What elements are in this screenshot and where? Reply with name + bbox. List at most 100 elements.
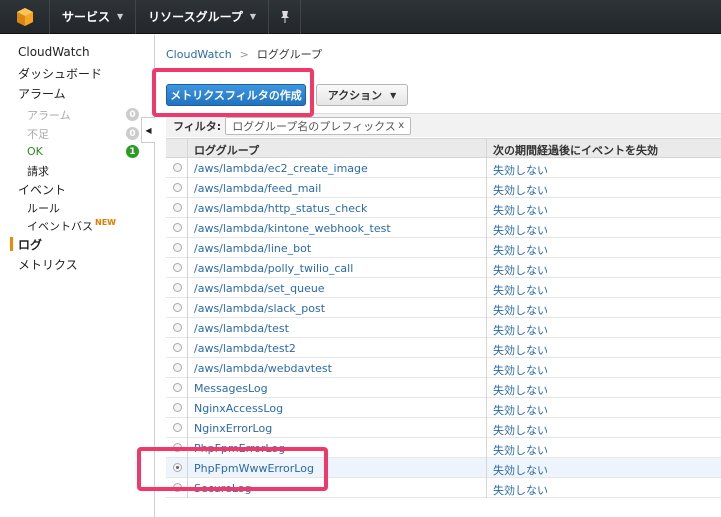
collapse-sidebar-button[interactable]: ◀ (141, 117, 155, 143)
table-row[interactable]: MessagesLog 失効しない (166, 378, 721, 398)
log-group-name-link[interactable]: /aws/lambda/test (194, 322, 289, 335)
log-group-name-link[interactable]: NginxErrorLog (194, 422, 272, 435)
expire-setting-link[interactable]: 失効しない (493, 302, 548, 318)
log-group-filter-input[interactable]: ロググループ名のプレフィックス x (225, 116, 412, 135)
table-row[interactable]: /aws/lambda/webdavtest 失効しない (166, 358, 721, 378)
row-radio-button[interactable] (173, 423, 182, 432)
sidebar-item-event-bus[interactable]: イベントバス NEW (27, 218, 116, 234)
log-group-name-link[interactable]: /aws/lambda/test2 (194, 342, 296, 355)
table-row[interactable]: /aws/lambda/set_queue 失効しない (166, 278, 721, 298)
sidebar-item-logs[interactable]: ログ (18, 236, 42, 253)
sidebar-item-insufficient[interactable]: 不足 (27, 126, 49, 142)
sidebar-item-rules[interactable]: ルール (27, 200, 60, 216)
sidebar-item-events[interactable]: イベント (18, 181, 66, 198)
row-radio-button[interactable] (173, 283, 182, 292)
expire-setting-link[interactable]: 失効しない (493, 262, 548, 278)
breadcrumb-cloudwatch-link[interactable]: CloudWatch (166, 48, 232, 61)
sidebar-item-billing[interactable]: 請求 (27, 163, 49, 179)
expire-setting-link[interactable]: 失効しない (493, 322, 548, 338)
create-metric-filter-button[interactable]: メトリクスフィルタの作成 (166, 84, 306, 106)
expire-setting-link[interactable]: 失効しない (493, 182, 548, 198)
table-row[interactable]: /aws/lambda/polly_twilio_call 失効しない (166, 258, 721, 278)
table-row[interactable]: /aws/lambda/test 失効しない (166, 318, 721, 338)
event-bus-label: イベントバス (27, 220, 93, 233)
expire-setting-link[interactable]: 失効しない (493, 442, 548, 458)
row-radio-button[interactable] (173, 223, 182, 232)
row-radio-button[interactable] (173, 263, 182, 272)
log-group-name-link[interactable]: /aws/lambda/set_queue (194, 282, 325, 295)
pin-icon[interactable] (269, 0, 302, 34)
row-radio-button[interactable] (173, 303, 182, 312)
sidebar-item-ok[interactable]: OK (27, 145, 43, 158)
expire-setting-link[interactable]: 失効しない (493, 362, 548, 378)
expire-setting-link[interactable]: 失効しない (493, 342, 548, 358)
expire-setting-link[interactable]: 失効しない (493, 222, 548, 238)
table-row[interactable]: /aws/lambda/http_status_check 失効しない (166, 198, 721, 218)
expire-setting-link[interactable]: 失効しない (493, 162, 548, 178)
log-group-name-link[interactable]: /aws/lambda/ec2_create_image (194, 162, 368, 175)
sidebar-item-alarms[interactable]: アラーム (18, 85, 66, 102)
table-row[interactable]: PhpFpmErrorLog 失効しない (166, 438, 721, 458)
log-group-name-link[interactable]: /aws/lambda/webdavtest (194, 362, 332, 375)
table-row[interactable]: /aws/lambda/test2 失効しない (166, 338, 721, 358)
table-row[interactable]: PhpFpmWwwErrorLog 失効しない (166, 458, 721, 478)
sidebar-item-metrics[interactable]: メトリクス (18, 256, 78, 273)
log-group-name-link[interactable]: NginxAccessLog (194, 402, 283, 415)
expire-setting-link[interactable]: 失効しない (493, 202, 548, 218)
table-row[interactable]: SecureLog 失効しない (166, 478, 721, 498)
services-menu[interactable]: サービス ▼ (50, 0, 137, 34)
column-header-expire[interactable]: 次の期間経過後にイベントを失効 (493, 142, 658, 158)
column-header-log-group[interactable]: ロググループ (194, 142, 259, 158)
ok-count-badge: 1 (126, 145, 139, 158)
row-radio-button[interactable] (173, 203, 182, 212)
sidebar-item-alarm-state[interactable]: アラーム (27, 107, 71, 123)
table-row[interactable]: /aws/lambda/line_bot 失効しない (166, 238, 721, 258)
column-divider (187, 418, 188, 438)
row-radio-button[interactable] (173, 183, 182, 192)
expire-setting-link[interactable]: 失効しない (493, 382, 548, 398)
log-group-name-link[interactable]: /aws/lambda/feed_mail (194, 182, 321, 195)
log-group-name-link[interactable]: /aws/lambda/kintone_webhook_test (194, 222, 391, 235)
table-row[interactable]: NginxErrorLog 失効しない (166, 418, 721, 438)
sidebar-item-cloudwatch[interactable]: CloudWatch (18, 45, 90, 59)
table-row[interactable]: /aws/lambda/slack_post 失効しない (166, 298, 721, 318)
expire-setting-link[interactable]: 失効しない (493, 462, 548, 478)
chevron-left-icon: ◀ (145, 125, 152, 135)
table-row[interactable]: NginxAccessLog 失効しない (166, 398, 721, 418)
row-radio-button[interactable] (173, 403, 182, 412)
actions-dropdown-button[interactable]: アクション ▼ (316, 84, 408, 106)
log-group-name-link[interactable]: /aws/lambda/slack_post (194, 302, 325, 315)
sidebar-item-dashboard[interactable]: ダッシュボード (18, 65, 102, 82)
table-row[interactable]: /aws/lambda/feed_mail 失効しない (166, 178, 721, 198)
table-row[interactable]: /aws/lambda/ec2_create_image 失効しない (166, 158, 721, 178)
expire-setting-link[interactable]: 失効しない (493, 242, 548, 258)
row-radio-button[interactable] (173, 383, 182, 392)
aws-logo-icon[interactable] (0, 0, 50, 34)
row-radio-button[interactable] (173, 363, 182, 372)
expire-setting-link[interactable]: 失効しない (493, 402, 548, 418)
row-radio-button[interactable] (173, 443, 182, 452)
row-radio-button[interactable] (173, 163, 182, 172)
row-radio-button[interactable] (173, 343, 182, 352)
resource-groups-menu[interactable]: リソースグループ ▼ (136, 0, 270, 34)
row-radio-button[interactable] (173, 483, 182, 492)
expire-setting-link[interactable]: 失効しない (493, 422, 548, 438)
column-divider (486, 418, 487, 438)
expire-setting-link[interactable]: 失効しない (493, 482, 548, 498)
log-group-name-link[interactable]: /aws/lambda/http_status_check (194, 202, 367, 215)
resource-groups-label: リソースグループ (148, 10, 243, 24)
log-group-name-link[interactable]: /aws/lambda/line_bot (194, 242, 311, 255)
table-row[interactable]: /aws/lambda/kintone_webhook_test 失効しない (166, 218, 721, 238)
log-group-name-link[interactable]: /aws/lambda/polly_twilio_call (194, 262, 353, 275)
row-radio-button[interactable] (173, 323, 182, 332)
row-radio-button[interactable] (173, 463, 182, 472)
expire-setting-link[interactable]: 失効しない (493, 282, 548, 298)
log-group-name-link[interactable]: PhpFpmErrorLog (194, 442, 285, 455)
log-group-name-link[interactable]: MessagesLog (194, 382, 268, 395)
row-radio-button[interactable] (173, 243, 182, 252)
insufficient-count-badge: 0 (126, 127, 139, 140)
log-group-name-link[interactable]: SecureLog (194, 482, 251, 495)
column-divider (187, 198, 188, 218)
log-group-name-link[interactable]: PhpFpmWwwErrorLog (194, 462, 314, 475)
clear-filter-icon[interactable]: x (398, 120, 404, 131)
